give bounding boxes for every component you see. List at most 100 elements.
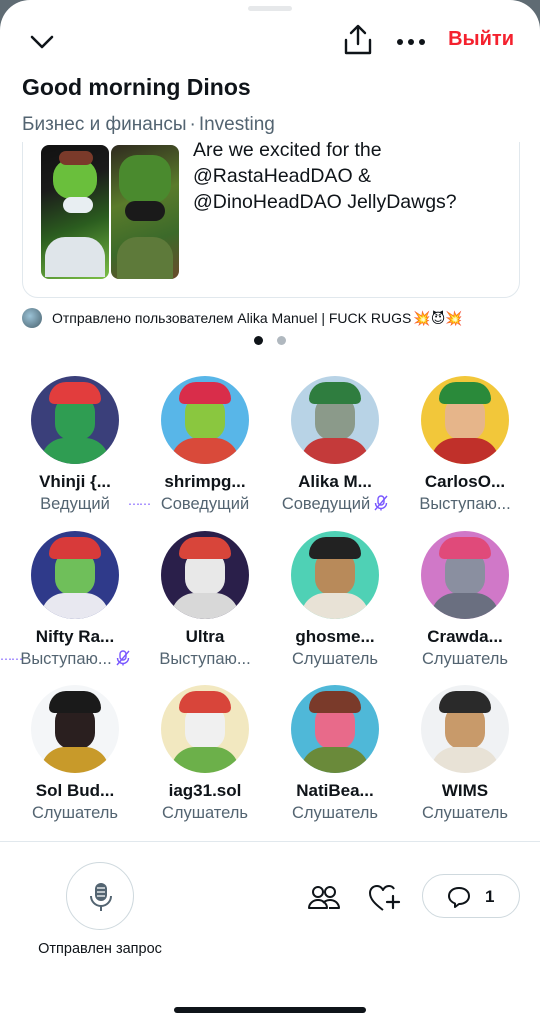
avatar-hat [439, 691, 491, 713]
participant-name: Sol Bud... [35, 781, 115, 800]
sent-by-text: Отправлено пользователем Alika Manuel | … [52, 310, 412, 326]
participant-role: Соведущий ⋯⋯ [128, 495, 270, 514]
avatar[interactable] [291, 376, 379, 464]
heart-add-icon[interactable] [366, 880, 402, 916]
participant[interactable]: NatiBea... Слушатель [270, 685, 400, 823]
avatar[interactable] [161, 685, 249, 773]
avatar-hat [49, 691, 101, 713]
request-mic-button[interactable] [66, 862, 134, 930]
space-sheet: Выйти Good morning Dinos Are we excited … [0, 0, 540, 1024]
participant-role-text: Соведущий [281, 495, 371, 513]
nft-image-jellydawg [41, 145, 109, 279]
avatar-body [41, 593, 109, 619]
nft-image-dinohead [111, 145, 179, 279]
participant[interactable]: Vhinji {... Ведущий [10, 376, 140, 514]
avatar-hat [439, 537, 491, 559]
avatar[interactable] [291, 685, 379, 773]
participant-role-text: Выступаю... [419, 495, 511, 513]
participant-role: Слушатель [400, 804, 530, 823]
participant-role-text: Слушатель [291, 650, 379, 668]
avatar[interactable] [31, 685, 119, 773]
participant-role-text: Слушатель [421, 650, 509, 668]
participant-role-text: Слушатель [291, 804, 379, 822]
participant-name: Alika M... [298, 472, 372, 491]
participant-role: Соведущий [270, 495, 400, 514]
participant-role: Слушатель [140, 804, 270, 823]
avatar[interactable] [161, 376, 249, 464]
avatar[interactable] [161, 531, 249, 619]
home-indicator [174, 1007, 366, 1013]
participant-role: Слушатель [10, 804, 140, 823]
sheet-grabber[interactable] [248, 6, 292, 11]
avatar[interactable] [31, 531, 119, 619]
avatar[interactable] [31, 376, 119, 464]
participant[interactable]: WIMS Слушатель [400, 685, 530, 823]
pinned-sent-by: Отправлено пользователем Alika Manuel | … [22, 307, 463, 329]
participant[interactable]: Alika M... Соведущий [270, 376, 400, 514]
avatar[interactable] [421, 685, 509, 773]
share-icon[interactable] [340, 22, 376, 58]
avatar-body [301, 747, 369, 773]
participant-name: shrimpg... [164, 472, 246, 491]
participant[interactable]: shrimpg... Соведущий ⋯⋯ [128, 376, 270, 514]
participant-name: WIMS [441, 781, 489, 800]
participant-role-text: Слушатель [161, 804, 249, 822]
carousel-dot-1[interactable] [254, 336, 263, 345]
participant-role: Слушатель [400, 650, 530, 669]
participant-name: ghosme... [295, 627, 375, 646]
participant[interactable]: iag31.sol Слушатель [140, 685, 270, 823]
avatar-hat [49, 537, 101, 559]
replies-button[interactable]: 1 [422, 874, 520, 918]
participant[interactable]: Sol Bud... Слушатель [10, 685, 140, 823]
mic-muted-icon [374, 495, 388, 511]
sent-by-emoji: 💥😈💥 [413, 309, 463, 326]
avatar-body [41, 438, 109, 464]
participant[interactable]: Crawda... Слушатель [400, 531, 530, 669]
top-bar: Выйти [0, 20, 540, 64]
carousel-dots [254, 336, 286, 345]
participant-role-text: Выступаю... [159, 650, 251, 668]
participant-name: CarlosO... [424, 472, 506, 491]
avatar-hat [439, 382, 491, 404]
avatar-body [41, 747, 109, 773]
avatar[interactable] [291, 531, 379, 619]
space-title: Good morning Dinos [22, 74, 251, 100]
participant-role: Выступаю... ⋯⋯ [0, 650, 140, 669]
avatar-hat [179, 382, 231, 404]
avatar-hat [309, 537, 361, 559]
people-icon[interactable] [306, 880, 342, 916]
leave-button[interactable]: Выйти [448, 28, 514, 51]
footer-divider [0, 841, 540, 842]
participant-name: Nifty Ra... [35, 627, 115, 646]
participant-role-text: Выступаю... [20, 650, 112, 668]
participant-name: Ultra [185, 627, 225, 646]
carousel-dot-2[interactable] [277, 336, 286, 345]
participant-name: Vhinji {... [39, 472, 111, 491]
participant[interactable]: Nifty Ra... Выступаю... ⋯⋯ [0, 531, 140, 669]
sender-avatar [22, 308, 42, 328]
avatar-body [171, 747, 239, 773]
mic-status-label: Отправлен запрос [38, 941, 162, 957]
avatar-hat [179, 691, 231, 713]
topic-label-visible: Investing [198, 114, 275, 135]
category-separator-visible: · [189, 114, 196, 135]
avatar-body [171, 593, 239, 619]
avatar-body [301, 593, 369, 619]
participant-role-text: Слушатель [421, 804, 509, 822]
avatar[interactable] [421, 376, 509, 464]
participant[interactable]: CarlosO... Выступаю... [400, 376, 530, 514]
participant-name: Crawda... [427, 627, 503, 646]
avatar-body [431, 593, 499, 619]
avatar-hat [309, 382, 361, 404]
participant[interactable]: Ultra Выступаю... [140, 531, 270, 669]
avatar[interactable] [421, 531, 509, 619]
avatar-hat [179, 537, 231, 559]
participant[interactable]: ghosme... Слушатель [270, 531, 400, 669]
mic-muted-icon [116, 650, 130, 666]
avatar-body [431, 747, 499, 773]
more-options-icon[interactable] [394, 26, 428, 58]
participant-role-text: Ведущий [40, 495, 110, 513]
chevron-down-icon[interactable] [26, 26, 58, 58]
microphone-icon [90, 883, 112, 911]
participant-role: Выступаю... [400, 495, 530, 514]
